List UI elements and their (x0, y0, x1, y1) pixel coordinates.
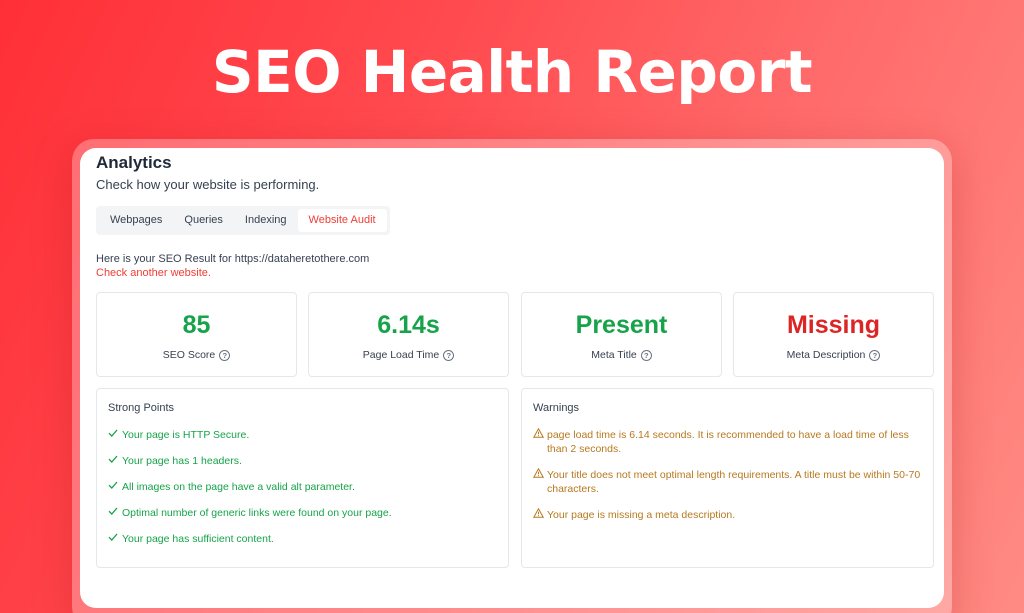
warning-triangle-icon (532, 427, 547, 442)
list-item: Your page is missing a meta description. (532, 507, 921, 522)
list-item: page load time is 6.14 seconds. It is re… (532, 427, 921, 456)
tab-webpages[interactable]: Webpages (99, 209, 173, 232)
help-icon[interactable]: ? (219, 349, 231, 361)
help-icon[interactable]: ? (869, 349, 881, 361)
metric-value: 85 (182, 311, 211, 339)
panel-title: Analytics (96, 153, 172, 172)
help-icon[interactable]: ? (443, 349, 455, 361)
metric-value: Missing (786, 311, 881, 339)
warnings-list: page load time is 6.14 seconds. It is re… (532, 427, 921, 534)
check-icon (108, 506, 122, 520)
check-another-website-link[interactable]: Check another website. (96, 267, 211, 279)
tab-bar: Webpages Queries Indexing Website Audit (96, 206, 390, 235)
list-item: Your page is HTTP Secure. (108, 428, 496, 442)
metric-card-meta-title: Present Meta Title? (521, 292, 722, 377)
metric-label: SEO Score (162, 349, 216, 361)
list-item: Your title does not meet optimal length … (532, 467, 921, 496)
metric-label: Meta Title (591, 349, 637, 361)
list-item: Your page has sufficient content. (108, 532, 496, 546)
hero-title: SEO Health Report (211, 38, 813, 106)
strong-points-list: Your page is HTTP Secure. Your page has … (108, 428, 496, 558)
metric-value: Present (575, 311, 668, 339)
tab-website-audit[interactable]: Website Audit (297, 209, 387, 232)
metric-label: Meta Description (786, 349, 866, 361)
metric-card-seo-score: 85 SEO Score? (96, 292, 297, 377)
tab-queries[interactable]: Queries (173, 209, 234, 232)
metric-label: Page Load Time (362, 349, 440, 361)
metric-value: 6.14s (377, 311, 440, 339)
seo-result-line: Here is your SEO Result for https://data… (96, 253, 370, 265)
list-item: Optimal number of generic links were fou… (108, 506, 496, 520)
analytics-panel: Analytics Check how your website is perf… (80, 148, 944, 608)
check-icon (108, 454, 122, 468)
check-icon (108, 480, 122, 494)
check-icon (108, 532, 122, 546)
check-icon (108, 428, 122, 442)
strong-points-title: Strong Points (108, 402, 175, 414)
panel-subtitle: Check how your website is performing. (96, 177, 320, 192)
help-icon[interactable]: ? (640, 349, 652, 361)
metric-card-meta-description: Missing Meta Description? (733, 292, 934, 377)
warning-triangle-icon (532, 467, 547, 482)
metric-card-page-load-time: 6.14s Page Load Time? (308, 292, 509, 377)
warnings-box: Warnings page load time is 6.14 seconds.… (521, 388, 934, 568)
strong-points-box: Strong Points Your page is HTTP Secure. … (96, 388, 509, 568)
list-item: All images on the page have a valid alt … (108, 480, 496, 494)
tab-indexing[interactable]: Indexing (234, 209, 298, 232)
list-item: Your page has 1 headers. (108, 454, 496, 468)
warnings-title: Warnings (533, 402, 580, 414)
warning-triangle-icon (532, 507, 547, 522)
